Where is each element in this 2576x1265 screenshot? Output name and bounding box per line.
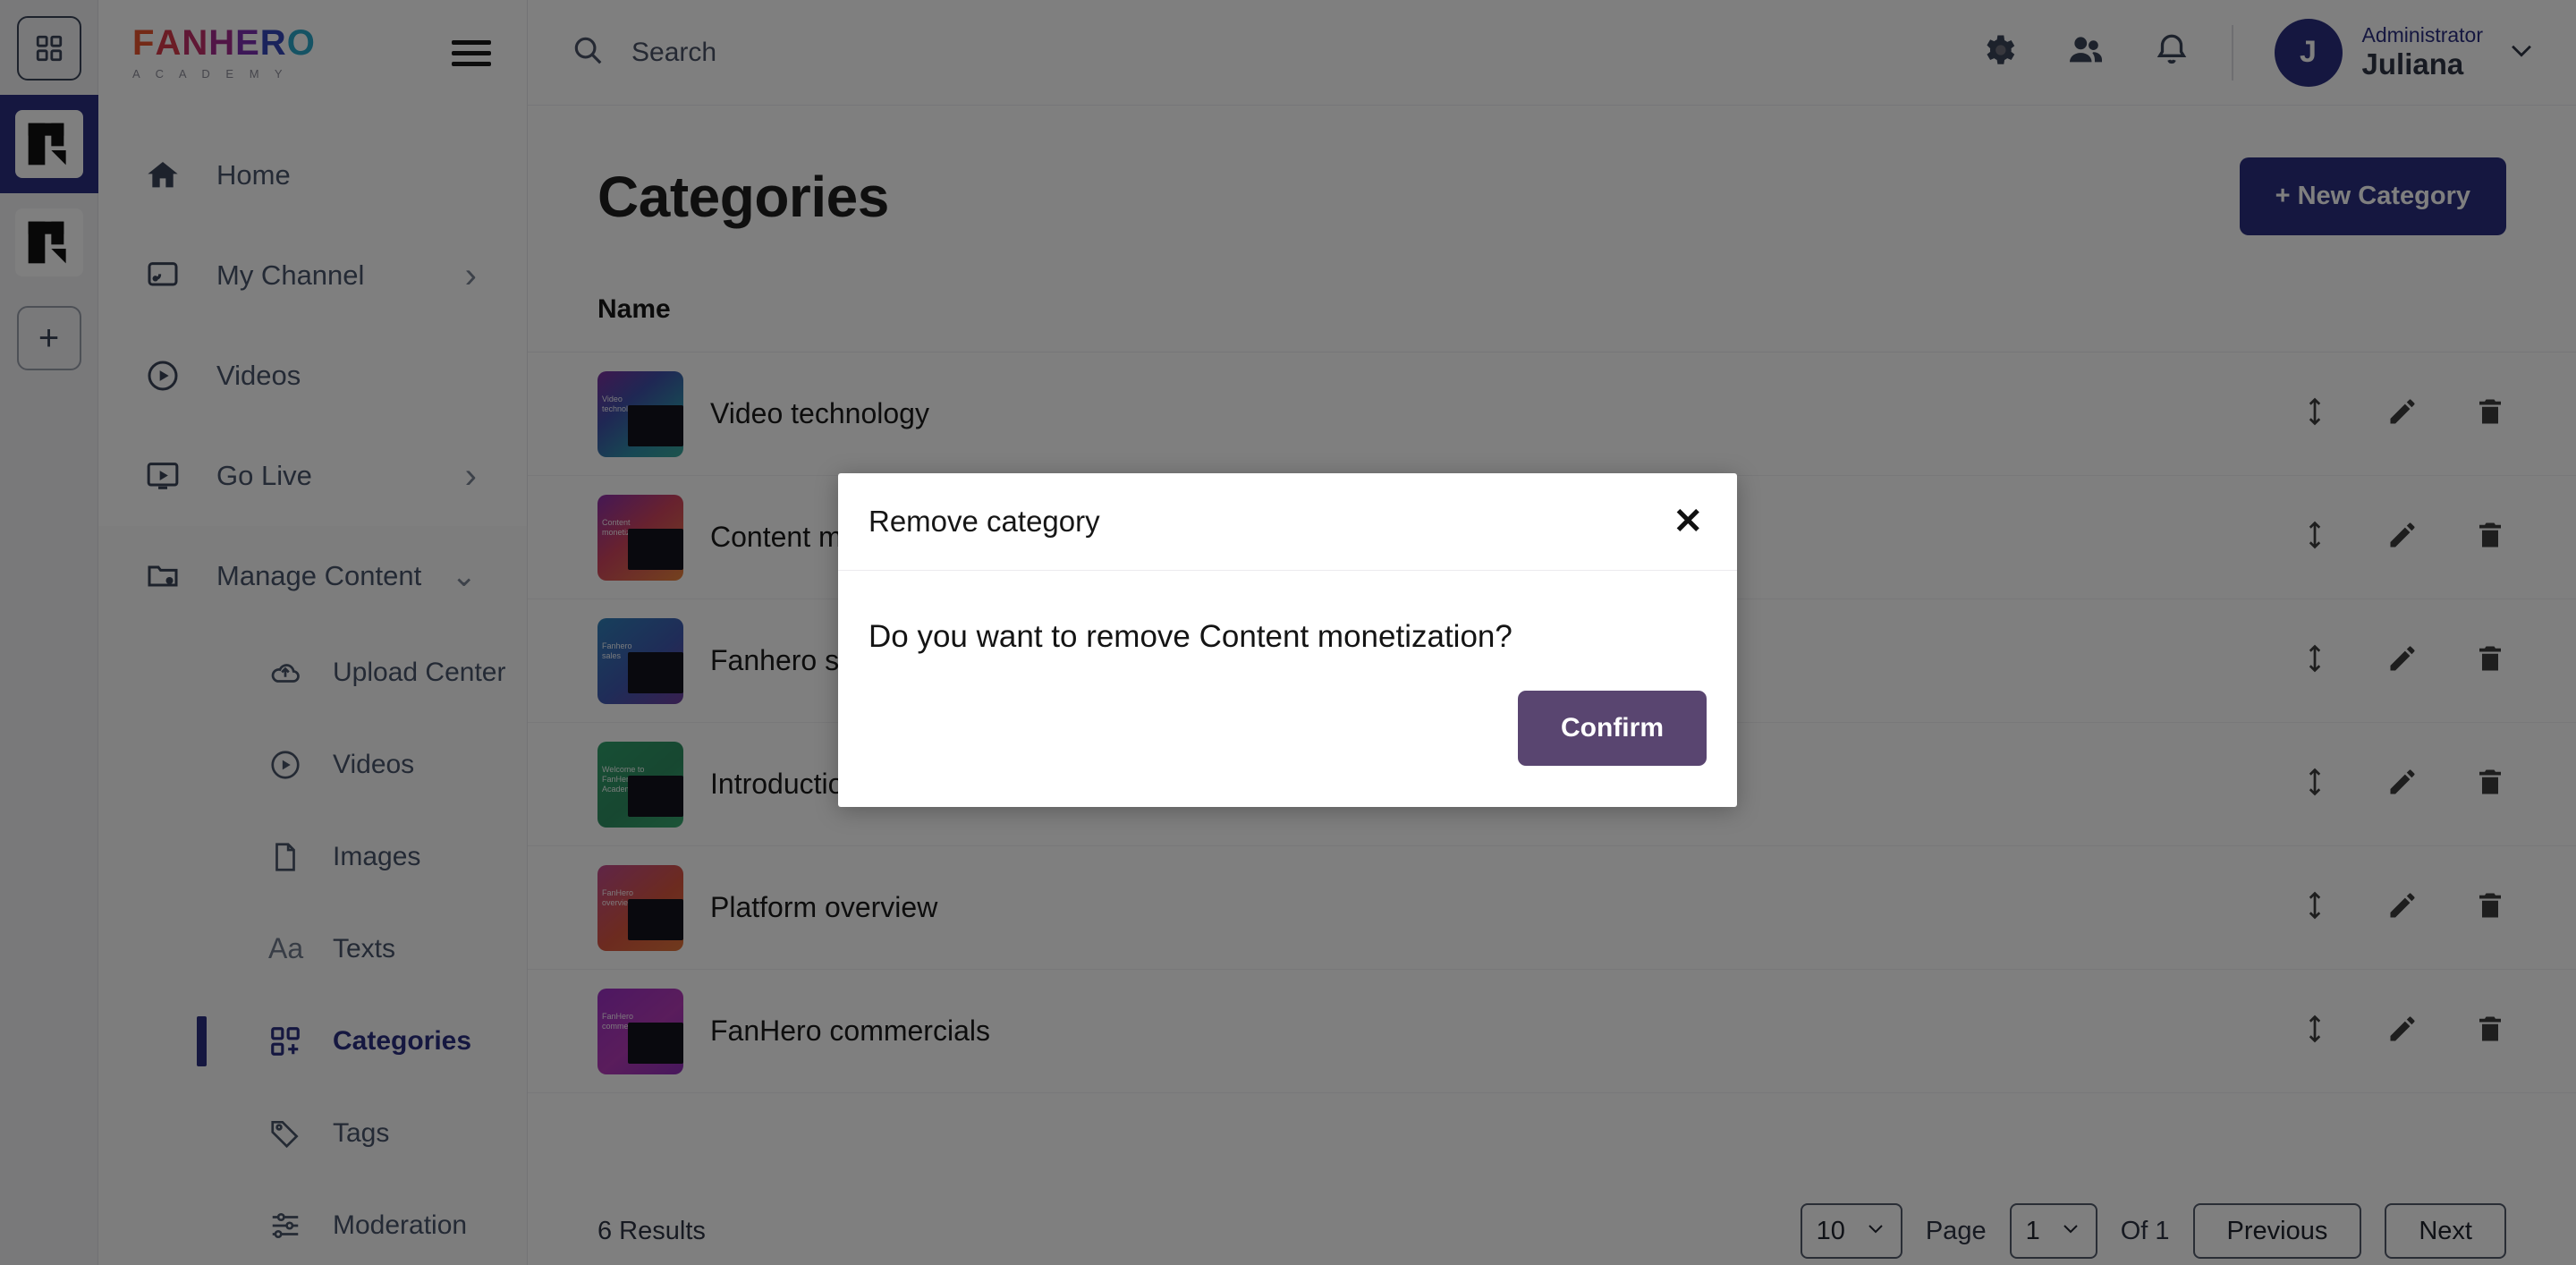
- confirm-button[interactable]: Confirm: [1518, 691, 1707, 766]
- dialog-message: Do you want to remove Content monetizati…: [869, 619, 1513, 654]
- app-root: + FANHERO A C A D E M Y Home: [0, 0, 2576, 1265]
- dialog-footer: Confirm: [838, 691, 1737, 807]
- close-icon[interactable]: ✕: [1673, 504, 1703, 539]
- remove-category-dialog: Remove category ✕ Do you want to remove …: [838, 473, 1737, 807]
- dialog-header: Remove category ✕: [838, 473, 1737, 571]
- dialog-title: Remove category: [869, 505, 1100, 538]
